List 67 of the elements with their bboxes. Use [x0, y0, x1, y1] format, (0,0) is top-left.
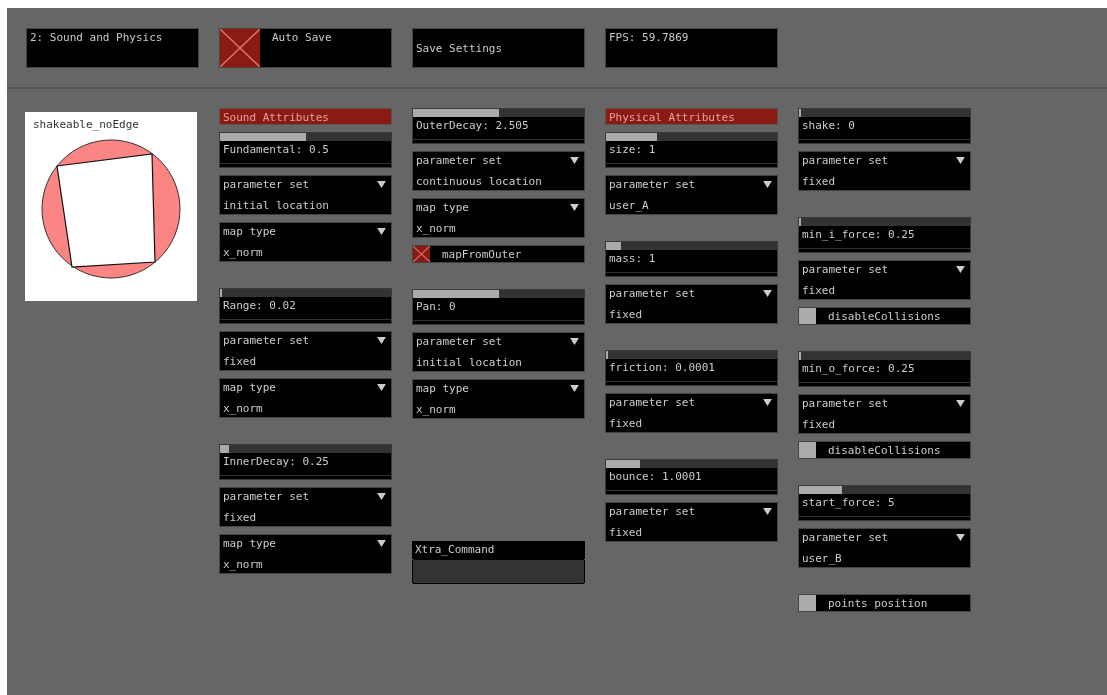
checkbox-label: disableCollisions	[828, 443, 941, 457]
caret-icon	[377, 181, 386, 188]
slider[interactable]: Pan: 0	[412, 289, 585, 325]
slider-fill[interactable]	[606, 242, 622, 250]
caret-icon	[956, 400, 965, 407]
caret-icon	[956, 266, 965, 273]
dropdown[interactable]: map type x_norm	[219, 378, 392, 418]
caret-icon	[570, 338, 579, 345]
caret-icon	[570, 204, 579, 211]
slider[interactable]: InnerDecay: 0.25	[219, 444, 392, 480]
toggle-box[interactable]	[220, 29, 260, 67]
section-header: Physical Attributes	[605, 108, 778, 125]
slider-fill[interactable]	[220, 445, 229, 453]
field-label: Xtra_Command	[412, 541, 585, 559]
slider[interactable]: shake: 0	[798, 108, 971, 144]
dropdown[interactable]: parameter set user_A	[605, 175, 778, 215]
dropdown[interactable]: map type x_norm	[219, 534, 392, 574]
caret-icon	[377, 228, 386, 235]
dropdown[interactable]: parameter set fixed	[605, 502, 778, 542]
dropdown[interactable]: map type x_norm	[219, 222, 392, 262]
checkbox-square[interactable]	[413, 246, 430, 262]
input-field[interactable]	[412, 559, 585, 584]
toggle-label: Auto Save	[272, 30, 332, 46]
slider-fill[interactable]	[220, 133, 306, 141]
slider-fill[interactable]	[413, 290, 499, 298]
checkbox-square[interactable]	[799, 308, 816, 324]
slider-fill[interactable]	[413, 109, 499, 117]
slider[interactable]: OuterDecay: 2.505	[412, 108, 585, 144]
caret-icon	[763, 181, 772, 188]
dropdown[interactable]: map type x_norm	[412, 379, 585, 419]
slider[interactable]: min_i_force: 0.25	[798, 217, 971, 253]
slider[interactable]: mass: 1	[605, 241, 778, 277]
status-label: 2: Sound and Physics	[26, 28, 199, 68]
shape-title: shakeable_noEdge	[32, 117, 139, 131]
section-header: Sound Attributes	[219, 108, 392, 125]
dropdown[interactable]: parameter set fixed	[798, 151, 971, 191]
caret-icon	[377, 384, 386, 391]
caret-icon	[377, 540, 386, 547]
checkbox-square[interactable]	[799, 442, 816, 458]
caret-icon	[377, 493, 386, 500]
checkbox-label: mapFromOuter	[442, 247, 522, 261]
caret-icon	[570, 385, 579, 392]
caret-icon	[377, 337, 386, 344]
dropdown[interactable]: parameter set user_B	[798, 528, 971, 568]
caret-icon	[956, 157, 965, 164]
caret-icon	[763, 290, 772, 297]
caret-icon	[570, 157, 579, 164]
slider[interactable]: Range: 0.02	[219, 288, 392, 324]
status-label: FPS: 59.7869	[605, 28, 778, 68]
checkbox-label: points position	[828, 596, 928, 610]
slider-fill[interactable]	[606, 133, 658, 141]
dropdown[interactable]: parameter set fixed	[605, 393, 778, 433]
slider-fill[interactable]	[606, 460, 641, 468]
caret-icon	[763, 399, 772, 406]
slider[interactable]: bounce: 1.0001	[605, 459, 778, 495]
slider[interactable]: Fundamental: 0.5	[219, 132, 392, 168]
slider[interactable]: min_o_force: 0.25	[798, 351, 971, 387]
caret-icon	[956, 534, 965, 541]
dropdown[interactable]: parameter set fixed	[605, 284, 778, 324]
slider-fill[interactable]	[799, 486, 842, 494]
slider[interactable]: size: 1	[605, 132, 778, 168]
checkbox-square[interactable]	[799, 595, 816, 611]
caret-icon	[763, 508, 772, 515]
slider[interactable]: friction: 0.0001	[605, 350, 778, 386]
save-button[interactable]: Save Settings	[412, 28, 585, 68]
checkbox-label: disableCollisions	[828, 309, 941, 323]
slider[interactable]: start_force: 5	[798, 485, 971, 521]
